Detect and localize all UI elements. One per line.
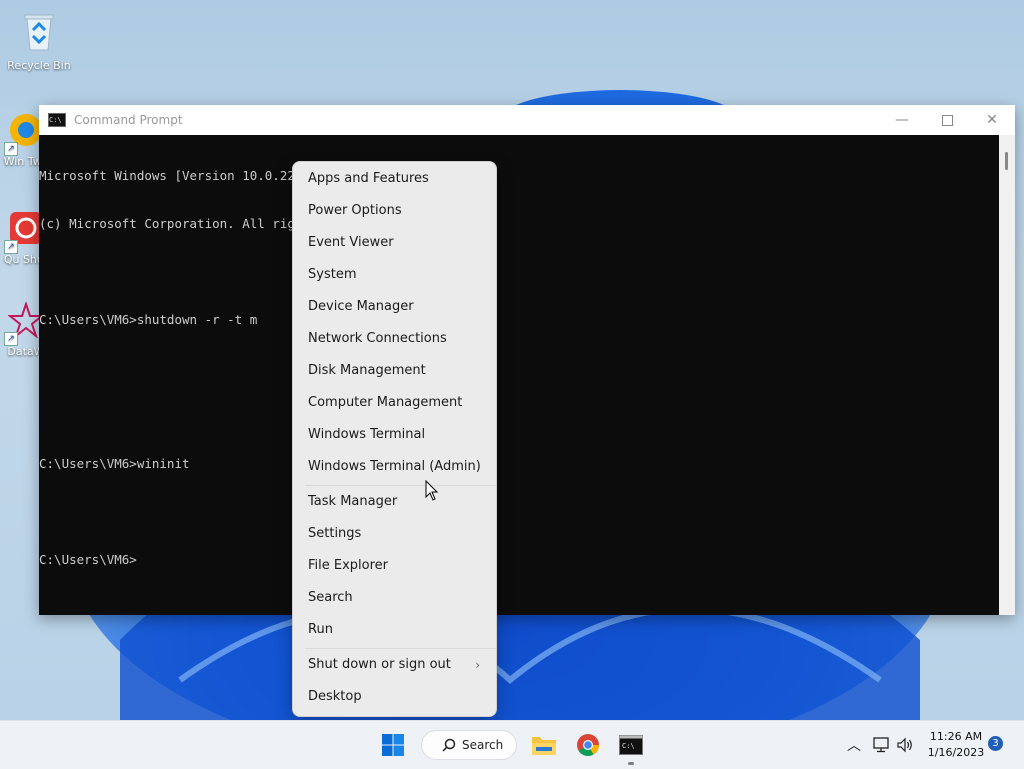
vertical-scrollbar[interactable] bbox=[999, 135, 1015, 615]
title-bar[interactable]: C:\ Command Prompt — ✕ bbox=[39, 105, 1015, 135]
taskbar-search-box[interactable]: Search bbox=[421, 730, 517, 760]
terminal-line: C:\Users\VM6>wininit bbox=[39, 456, 190, 471]
taskbar-file-explorer[interactable] bbox=[526, 721, 562, 769]
menu-item-apps-and-features[interactable]: Apps and Features bbox=[293, 164, 496, 194]
clock[interactable]: 11:26 AM 1/16/2023 bbox=[922, 729, 990, 761]
shortcut-arrow-icon: ↗ bbox=[4, 240, 18, 254]
menu-item-settings[interactable]: Settings bbox=[293, 519, 496, 549]
maximize-button[interactable] bbox=[924, 105, 970, 135]
menu-item-label: Shut down or sign out bbox=[308, 657, 451, 672]
recycle-bin-icon bbox=[24, 14, 54, 51]
menu-item-windows-terminal[interactable]: Windows Terminal bbox=[293, 420, 496, 450]
menu-item-windows-terminal-admin[interactable]: Windows Terminal (Admin) bbox=[293, 452, 496, 482]
svg-text:C:\: C:\ bbox=[622, 742, 635, 750]
menu-item-task-manager[interactable]: Task Manager bbox=[293, 487, 496, 517]
menu-item-system[interactable]: System bbox=[293, 260, 496, 290]
chevron-right-icon: › bbox=[475, 658, 480, 672]
terminal-line: Microsoft Windows [Version 10.0.22000.10… bbox=[39, 168, 363, 183]
taskbar-command-prompt[interactable]: C:\ bbox=[613, 721, 649, 769]
terminal-line: (c) Microsoft Corporation. All rights re… bbox=[39, 216, 393, 231]
close-button[interactable]: ✕ bbox=[969, 105, 1015, 135]
terminal-output[interactable]: Microsoft Windows [Version 10.0.22000.10… bbox=[39, 135, 999, 615]
scrollbar-thumb[interactable] bbox=[1005, 152, 1008, 170]
menu-item-computer-management[interactable]: Computer Management bbox=[293, 388, 496, 418]
menu-item-event-viewer[interactable]: Event Viewer bbox=[293, 228, 496, 258]
search-icon bbox=[442, 738, 456, 752]
taskbar: Search C:\ ︿ 11:26 AM 1/16/2023 bbox=[0, 720, 1024, 769]
clock-time: 11:26 AM bbox=[929, 730, 983, 743]
maximize-icon bbox=[941, 114, 953, 126]
command-prompt-icon: C:\ bbox=[619, 735, 643, 755]
command-prompt-icon: C:\ bbox=[48, 113, 66, 127]
menu-separator bbox=[305, 648, 496, 649]
menu-item-run[interactable]: Run bbox=[293, 615, 496, 645]
desktop-icon-recycle-bin[interactable]: Recycle Bin bbox=[3, 10, 75, 72]
close-icon: ✕ bbox=[986, 112, 998, 128]
minimize-icon: — bbox=[895, 112, 909, 128]
menu-item-desktop[interactable]: Desktop bbox=[293, 682, 496, 712]
menu-item-shut-down-or-sign-out[interactable]: Shut down or sign out › bbox=[293, 650, 496, 680]
start-button[interactable] bbox=[374, 721, 412, 769]
mouse-cursor-icon bbox=[425, 480, 439, 501]
volume-button[interactable] bbox=[894, 721, 916, 769]
chevron-up-icon: ︿ bbox=[847, 738, 861, 754]
menu-item-device-manager[interactable]: Device Manager bbox=[293, 292, 496, 322]
menu-item-power-options[interactable]: Power Options bbox=[293, 196, 496, 226]
menu-item-network-connections[interactable]: Network Connections bbox=[293, 324, 496, 354]
active-app-indicator bbox=[628, 762, 634, 765]
menu-item-disk-management[interactable]: Disk Management bbox=[293, 356, 496, 386]
quick-link-menu: Apps and Features Power Options Event Vi… bbox=[292, 161, 497, 717]
menu-item-search[interactable]: Search bbox=[293, 583, 496, 613]
taskbar-chrome[interactable] bbox=[570, 721, 606, 769]
clock-date: 1/16/2023 bbox=[927, 746, 985, 759]
search-label: Search bbox=[462, 738, 504, 752]
menu-separator bbox=[305, 485, 496, 486]
terminal-line: C:\Users\VM6> bbox=[39, 552, 137, 567]
shortcut-arrow-icon: ↗ bbox=[4, 332, 18, 346]
minimize-button[interactable]: — bbox=[879, 105, 925, 135]
speaker-icon bbox=[897, 737, 912, 753]
desktop-icon-label: Recycle Bin bbox=[7, 59, 71, 72]
notification-badge[interactable]: 3 bbox=[988, 736, 1003, 751]
show-hidden-icons-button[interactable]: ︿ bbox=[842, 721, 866, 769]
windows-logo-icon bbox=[382, 734, 404, 756]
network-icon bbox=[873, 737, 889, 753]
terminal-line: C:\Users\VM6>shutdown -r -t m bbox=[39, 312, 258, 327]
window-title: Command Prompt bbox=[74, 113, 183, 127]
network-button[interactable] bbox=[870, 721, 892, 769]
command-prompt-window[interactable]: C:\ Command Prompt — ✕ Microsoft Windows… bbox=[39, 105, 1015, 615]
menu-item-file-explorer[interactable]: File Explorer bbox=[293, 551, 496, 581]
chrome-icon bbox=[577, 734, 599, 756]
folder-icon bbox=[532, 737, 556, 755]
shortcut-arrow-icon: ↗ bbox=[4, 142, 18, 156]
